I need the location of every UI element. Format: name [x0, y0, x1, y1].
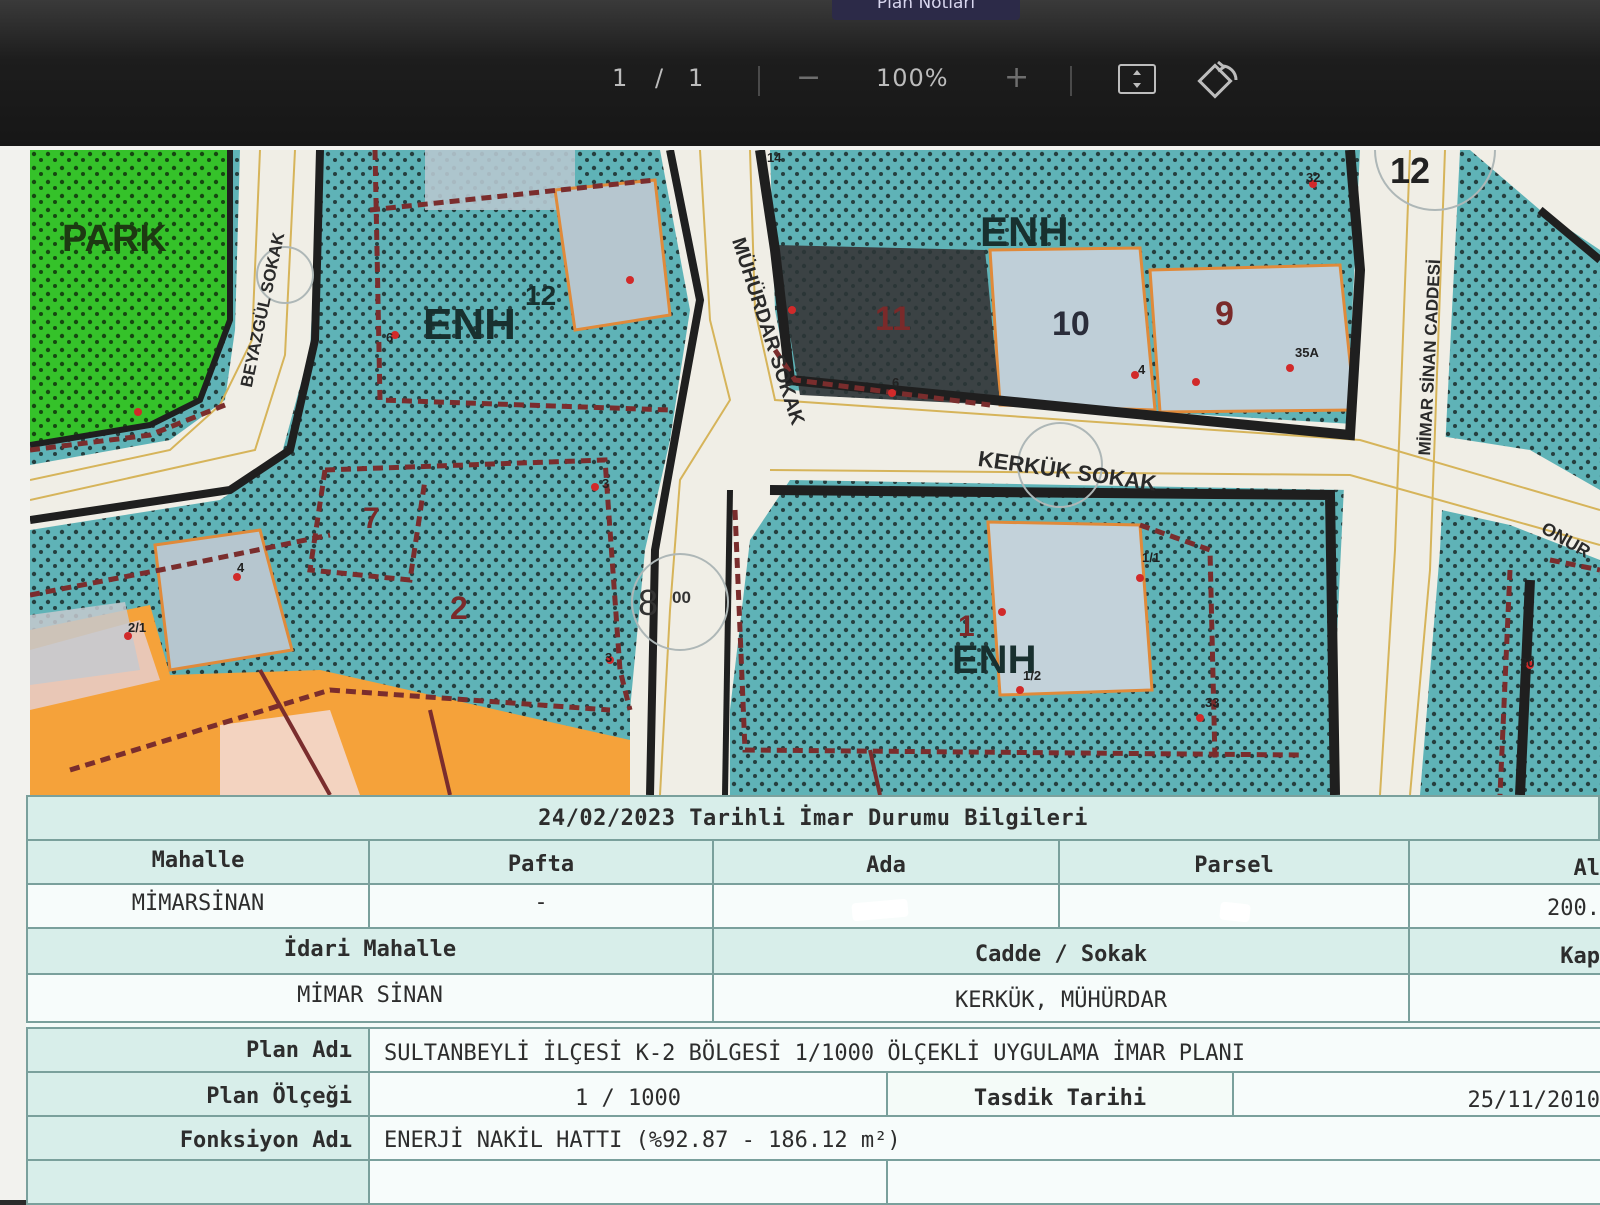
zoning-map: PARK BEYAZGÜL SOKAK MÜHÜRDAR SOKAK KERKÜ… — [30, 150, 1600, 795]
rotate-icon[interactable] — [1196, 60, 1240, 100]
cut-off-row — [888, 1161, 1600, 1205]
value-kapi — [1410, 975, 1600, 1023]
block-number: 12 — [525, 280, 557, 311]
header-idari-mahalle: İdari Mahalle — [26, 929, 714, 975]
point-number: 3 — [602, 476, 610, 491]
parcel-number: 7 — [363, 502, 380, 535]
point-number: 6 — [892, 375, 900, 390]
value-plan-adi: SULTANBEYLİ İLÇESİ K-2 BÖLGESİ 1/1000 ÖL… — [370, 1029, 1600, 1073]
redaction-mark — [851, 898, 909, 922]
value-idari-mahalle: MİMAR SİNAN — [26, 975, 714, 1023]
zoom-out-button[interactable]: − — [796, 60, 821, 95]
toolbar-divider — [758, 66, 760, 96]
enh-label: ENH — [423, 300, 516, 349]
redaction-mark — [1219, 901, 1251, 923]
fit-page-icon[interactable] — [1118, 64, 1156, 94]
value-fonksiyon-adi: ENERJİ NAKİL HATTI (%92.87 - 186.12 m²) — [370, 1117, 1600, 1161]
page-total: 1 — [688, 64, 704, 92]
zoom-level[interactable]: 100% — [876, 64, 949, 92]
point-number: 3 — [605, 650, 613, 665]
value-mahalle: MİMARSİNAN — [26, 885, 370, 929]
parcel-number: 9 — [1215, 295, 1234, 333]
point-number: 30 — [1520, 655, 1535, 670]
value-plan-olcegi: 1 / 1000 — [370, 1073, 888, 1117]
point-number: 1/1 — [1142, 550, 1161, 565]
cut-off-row — [26, 1161, 370, 1205]
enh-label: ENH — [980, 208, 1069, 255]
header-mahalle: Mahalle — [26, 841, 370, 885]
point-number: 32 — [1306, 170, 1321, 185]
header-cadde-sokak: Cadde / Sokak — [714, 929, 1410, 975]
value-alan: 200. — [1410, 885, 1600, 929]
value-tasdik-tarihi: 25/11/2010 — [1234, 1073, 1600, 1117]
page-current[interactable]: 1 — [612, 64, 627, 92]
page-separator: / — [655, 64, 664, 92]
point-number: 1/2 — [1023, 668, 1042, 683]
point-number: 2/1 — [128, 620, 147, 635]
value-parsel — [1060, 885, 1410, 929]
park-label: PARK — [62, 218, 167, 260]
parcel-number: 2 — [450, 590, 468, 626]
label-tasdik-tarihi: Tasdik Tarihi — [888, 1073, 1234, 1117]
header-parsel: Parsel — [1060, 841, 1410, 885]
cut-off-row — [370, 1161, 888, 1205]
plan-notes-tab[interactable]: Plan Notları — [832, 0, 1020, 20]
label-plan-adi: Plan Adı — [26, 1029, 370, 1073]
header-kapi: Kap — [1410, 929, 1600, 975]
value-pafta: - — [370, 885, 714, 929]
header-pafta: Pafta — [370, 841, 714, 885]
viewer-toolbar: Plan Notları 1 / 1 − 100% + — [0, 0, 1600, 150]
parcel-number: 11 — [875, 300, 911, 338]
road-width-number: 8 — [638, 582, 659, 623]
point-number: 35A — [1295, 345, 1319, 360]
zoning-info-table: 24/02/2023 Tarihli İmar Durumu Bilgileri… — [26, 795, 1600, 1205]
header-ada: Ada — [714, 841, 1060, 885]
point-number: 33 — [1205, 695, 1220, 710]
value-ada — [714, 885, 1060, 929]
point-number: 6 — [386, 330, 394, 345]
parcel-number: 10 — [1052, 305, 1090, 343]
point-number: 14 — [767, 150, 782, 165]
header-alan: Al — [1410, 841, 1600, 885]
parcel-number: 1 — [958, 610, 975, 643]
value-cadde-sokak: KERKÜK, MÜHÜRDAR — [714, 975, 1410, 1023]
table-title: 24/02/2023 Tarihli İmar Durumu Bilgileri — [26, 795, 1600, 841]
road-width-decimal: 00 — [672, 588, 691, 607]
label-fonksiyon-adi: Fonksiyon Adı — [26, 1117, 370, 1161]
label-plan-olcegi: Plan Ölçeği — [26, 1073, 370, 1117]
point-number: 4 — [1138, 362, 1146, 377]
toolbar-divider — [1070, 66, 1072, 96]
block-number: 12 — [1390, 150, 1431, 191]
point-number: 4 — [237, 560, 245, 575]
zoom-in-button[interactable]: + — [1004, 60, 1029, 95]
